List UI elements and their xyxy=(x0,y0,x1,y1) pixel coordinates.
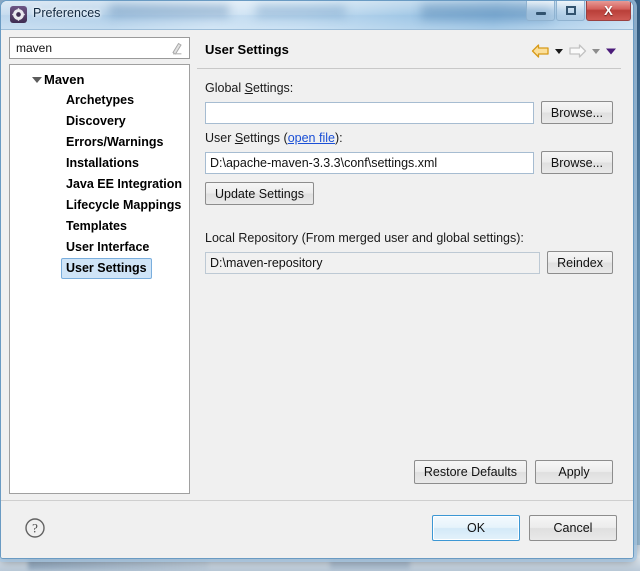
global-settings-row: Browse... xyxy=(205,101,613,124)
glass-blur-b xyxy=(256,6,346,17)
tree-item-label: Discovery xyxy=(66,114,126,128)
tree-item-label: Errors/Warnings xyxy=(66,135,164,149)
svg-text:?: ? xyxy=(32,521,38,536)
global-settings-label-suffix: ettings: xyxy=(252,81,294,95)
maximize-button[interactable] xyxy=(556,1,585,21)
dialog-footer: ? OK Cancel xyxy=(1,500,633,558)
eraser-icon[interactable] xyxy=(170,41,184,56)
expand-triangle-icon[interactable] xyxy=(32,77,42,83)
apply-button[interactable]: Apply xyxy=(535,460,613,484)
filter-search-box[interactable] xyxy=(9,37,190,59)
tree-item-user-interface[interactable]: User Interface xyxy=(10,237,189,258)
tree-item-label: Templates xyxy=(66,219,127,233)
user-settings-row: Browse... xyxy=(205,151,613,174)
user-settings-label: User Settings (open file): xyxy=(205,131,613,145)
gear-icon xyxy=(10,6,27,23)
restore-defaults-button[interactable]: Restore Defaults xyxy=(413,460,527,484)
minimize-icon xyxy=(535,11,546,15)
page-title: User Settings xyxy=(205,42,289,57)
global-settings-label: Global Settings: xyxy=(205,81,613,95)
global-settings-browse-button[interactable]: Browse... xyxy=(540,101,613,124)
footer-buttons: OK Cancel xyxy=(432,515,617,541)
tree-item-archetypes[interactable]: Archetypes xyxy=(10,90,189,111)
minimize-button[interactable] xyxy=(526,1,555,21)
window-controls: X xyxy=(525,1,631,23)
user-settings-browse-button[interactable]: Browse... xyxy=(540,151,613,174)
tree-item-label: Java EE Integration xyxy=(66,177,183,191)
apply-row: Restore Defaults Apply xyxy=(413,460,613,484)
back-arrow-icon[interactable] xyxy=(531,43,550,59)
tree-item-errors-warnings[interactable]: Errors/Warnings xyxy=(10,132,189,153)
global-settings-label-mnemonic: S xyxy=(244,81,253,95)
window-title: Preferences xyxy=(33,6,101,20)
navigation-controls xyxy=(531,43,617,59)
forward-menu-chevron-down-icon xyxy=(590,44,602,58)
back-menu-chevron-down-icon[interactable] xyxy=(553,44,565,58)
user-settings-label-mid: ettings ( xyxy=(243,131,288,145)
tree-item-label: User Interface xyxy=(66,240,150,254)
user-settings-label-prefix: User xyxy=(205,131,235,145)
tree-item-user-settings[interactable]: User Settings xyxy=(10,258,189,279)
tree-item-templates[interactable]: Templates xyxy=(10,216,189,237)
tree-item-discovery[interactable]: Discovery xyxy=(10,111,189,132)
tree-item-label: User Settings xyxy=(61,258,152,279)
user-settings-label-suffix: ): xyxy=(334,131,343,145)
preferences-dialog: Preferences X maven Maven Archetypes Dis… xyxy=(0,0,634,559)
close-icon: X xyxy=(604,3,613,18)
local-repository-row: Reindex xyxy=(205,251,613,274)
tree-item-maven[interactable]: Maven xyxy=(10,69,189,90)
update-settings-button[interactable]: Update Settings xyxy=(205,182,314,205)
user-settings-label-mnemonic: S xyxy=(234,131,244,145)
cancel-button[interactable]: Cancel xyxy=(529,515,617,541)
content-pane: User Settings Global Settings: Browse...… xyxy=(197,37,621,494)
tree-item-label: Archetypes xyxy=(66,93,135,107)
tree-item-label: Installations xyxy=(66,156,139,170)
view-menu-chevron-down-icon[interactable] xyxy=(605,44,617,58)
global-settings-label-prefix: Global xyxy=(205,81,245,95)
tree-item-installations[interactable]: Installations xyxy=(10,153,189,174)
local-repository-input xyxy=(205,251,541,274)
tree-item-label: Lifecycle Mappings xyxy=(66,198,182,212)
content-header: User Settings xyxy=(197,37,621,69)
open-file-link[interactable]: open file xyxy=(288,131,335,145)
preferences-tree-panel: Maven Archetypes Discovery Errors/Warnin… xyxy=(9,37,190,494)
tree-item-label: Maven xyxy=(44,72,85,87)
global-settings-input[interactable] xyxy=(205,101,534,124)
tree-item-java-ee-integration[interactable]: Java EE Integration xyxy=(10,174,189,195)
user-settings-input[interactable] xyxy=(205,151,534,174)
content-form: Global Settings: Browse... User Settings… xyxy=(197,69,621,274)
forward-arrow-icon xyxy=(568,43,587,59)
tree-item-lifecycle-mappings[interactable]: Lifecycle Mappings xyxy=(10,195,189,216)
title-bar[interactable]: Preferences X xyxy=(1,1,633,30)
restore-icon xyxy=(565,6,576,15)
preferences-tree[interactable]: Maven Archetypes Discovery Errors/Warnin… xyxy=(9,64,190,494)
dialog-body: Maven Archetypes Discovery Errors/Warnin… xyxy=(1,30,633,500)
close-button[interactable]: X xyxy=(586,1,631,21)
search-input[interactable] xyxy=(14,40,158,56)
glass-blur-a xyxy=(109,5,229,17)
reindex-button[interactable]: Reindex xyxy=(547,251,613,274)
ok-button[interactable]: OK xyxy=(432,515,520,541)
local-repository-label: Local Repository (From merged user and g… xyxy=(205,231,524,245)
help-icon[interactable]: ? xyxy=(24,517,46,539)
